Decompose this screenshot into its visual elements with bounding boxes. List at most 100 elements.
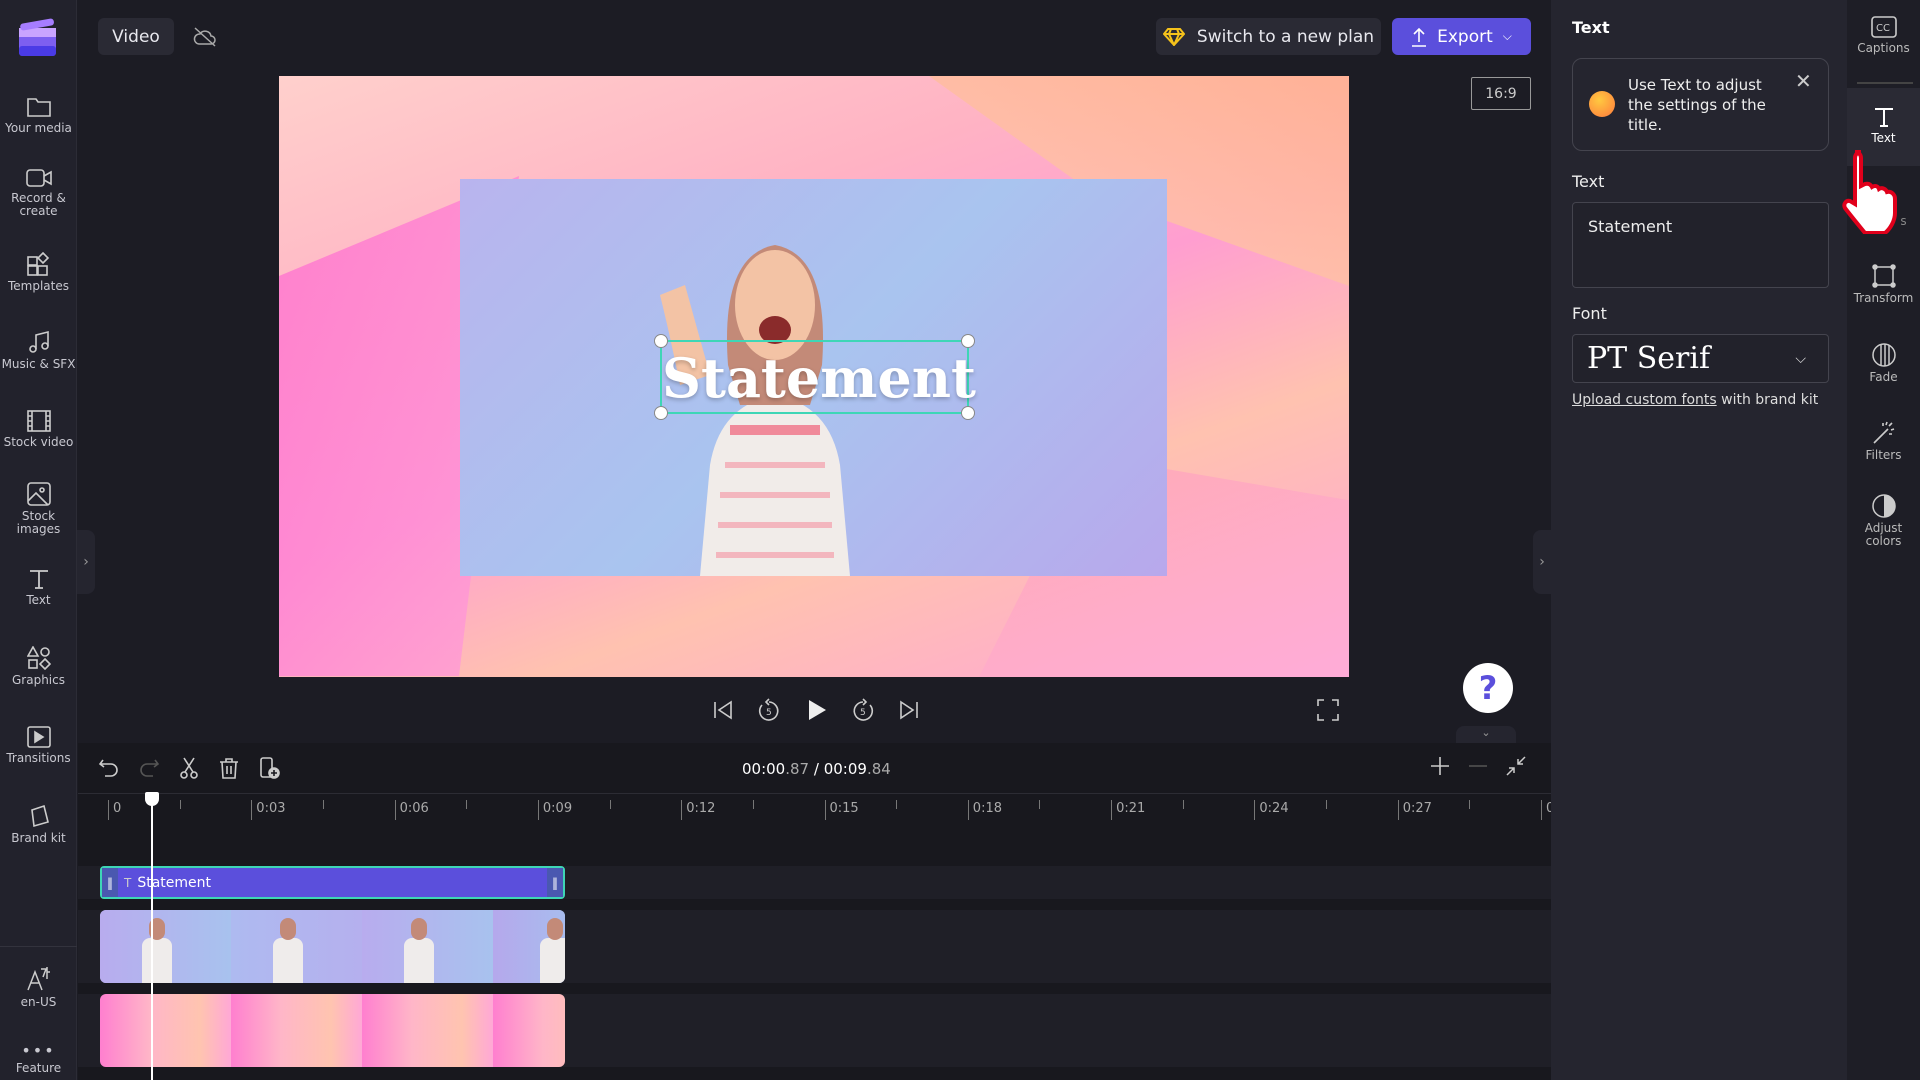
- sidebar-item-label: Feature: [15, 1061, 62, 1075]
- video-clip[interactable]: [100, 910, 565, 983]
- ruler-tick: [251, 800, 253, 820]
- transitions-icon: [26, 726, 51, 748]
- title-text[interactable]: Statement: [662, 346, 976, 410]
- skip-forward-icon[interactable]: [896, 697, 922, 723]
- text-clip[interactable]: ‖ T Statement ‖: [100, 866, 565, 899]
- sidebar-item-label: Transitions: [6, 751, 71, 765]
- sidebar-item-label: Templates: [7, 279, 69, 293]
- sidebar-item-record-create[interactable]: Record & create: [0, 168, 77, 218]
- sidebar-item-your-media[interactable]: Your media: [0, 96, 77, 135]
- expand-left-panel-button[interactable]: ›: [77, 530, 95, 594]
- ruler-minor-tick: [1039, 800, 1041, 809]
- text-icon: [29, 570, 48, 589]
- fullscreen-icon[interactable]: [1317, 699, 1339, 721]
- redo-icon[interactable]: [138, 757, 160, 779]
- hand-cursor-icon: [1842, 150, 1897, 234]
- resize-handle[interactable]: [961, 334, 975, 348]
- upgrade-label: Switch to a new plan: [1196, 26, 1375, 47]
- upload-custom-fonts-link[interactable]: Upload custom fonts: [1572, 392, 1717, 408]
- rail-item-captions[interactable]: CC Captions: [1847, 16, 1920, 55]
- tip-card: Use Text to adjust the settings of the t…: [1572, 58, 1829, 151]
- export-label: Export: [1437, 26, 1493, 47]
- upgrade-plan-button[interactable]: Switch to a new plan: [1156, 18, 1381, 55]
- project-title-button[interactable]: Video: [98, 18, 174, 55]
- help-icon: ?: [1478, 669, 1498, 707]
- ruler-minor-tick: [179, 800, 181, 809]
- zoom-in-icon[interactable]: [1430, 756, 1450, 776]
- ruler-minor-tick: [752, 800, 754, 809]
- text-input[interactable]: Statement: [1572, 202, 1829, 288]
- ruler-label: 0:18: [972, 801, 1002, 816]
- background-clip[interactable]: [100, 994, 565, 1067]
- sidebar-item-brand-kit[interactable]: Brand kit: [0, 804, 77, 845]
- chevron-down-icon: ⌵: [1502, 29, 1512, 43]
- sidebar-item-label: Stock images: [16, 509, 61, 536]
- ruler-tick: [394, 800, 396, 820]
- sidebar-item-stock-images[interactable]: Stock images: [0, 482, 77, 536]
- rail-item-label: Text: [1871, 131, 1896, 145]
- ruler-label: 0:12: [686, 801, 716, 816]
- delete-icon[interactable]: [218, 757, 240, 779]
- divider: [1857, 82, 1913, 84]
- resize-handle[interactable]: [961, 406, 975, 420]
- sidebar-item-stock-video[interactable]: Stock video: [0, 410, 77, 449]
- aspect-ratio-button[interactable]: 16:9: [1471, 77, 1531, 110]
- playhead-handle[interactable]: [144, 792, 159, 806]
- properties-panel: Text Use Text to adjust the settings of …: [1551, 0, 1847, 1080]
- templates-icon: [26, 252, 49, 276]
- sidebar-item-graphics[interactable]: Graphics: [0, 646, 77, 687]
- font-dropdown[interactable]: PT Serif ⌵: [1572, 334, 1829, 383]
- text-clip-label: Statement: [137, 874, 212, 891]
- sidebar-item-music-sfx[interactable]: Music & SFX: [0, 330, 77, 371]
- total-time: 00:09: [823, 760, 867, 778]
- sidebar-item-text[interactable]: Text: [0, 568, 77, 607]
- split-icon[interactable]: [178, 757, 200, 779]
- collapse-timeline-button[interactable]: ⌄: [1456, 726, 1516, 743]
- undo-icon[interactable]: [98, 757, 120, 779]
- text-icon: [1874, 108, 1893, 127]
- sidebar-item-templates[interactable]: Templates: [0, 252, 77, 293]
- help-button[interactable]: ?: [1463, 663, 1513, 713]
- ruler-minor-tick: [896, 800, 898, 809]
- export-button[interactable]: Export ⌵: [1392, 18, 1531, 55]
- forward-5-icon[interactable]: 5: [850, 697, 876, 723]
- ruler-minor-tick: [322, 800, 324, 809]
- ruler-label: 0:09: [542, 801, 573, 816]
- rewind-5-icon[interactable]: 5: [756, 697, 782, 723]
- ruler-tick: [1254, 800, 1256, 820]
- adjust-colors-icon: [1871, 494, 1896, 518]
- sidebar-item-label: Your media: [5, 121, 72, 135]
- trim-handle-right[interactable]: ‖: [547, 868, 563, 897]
- rail-item-label: Filters: [1865, 448, 1902, 462]
- shapes-icon: [26, 646, 51, 670]
- playhead[interactable]: [144, 792, 159, 1080]
- rail-item-fade[interactable]: Fade: [1847, 343, 1920, 384]
- rail-item-adjust-colors[interactable]: Adjust colors: [1847, 494, 1920, 548]
- add-to-timeline-icon[interactable]: [258, 757, 280, 779]
- trim-handle-left[interactable]: ‖: [102, 868, 118, 897]
- expand-right-panel-button[interactable]: ›: [1533, 530, 1551, 594]
- ruler-label: 0: [113, 801, 122, 816]
- ruler-tick: [1541, 800, 1542, 820]
- camera-icon: [25, 169, 52, 187]
- sidebar-item-language[interactable]: en-US: [0, 966, 77, 1009]
- time-separator: /: [813, 760, 819, 778]
- ruler-minor-tick: [1469, 800, 1471, 809]
- sidebar-item-transitions[interactable]: Transitions: [0, 726, 77, 765]
- sidebar-item-feature[interactable]: ••• Feature: [0, 1043, 77, 1075]
- fit-timeline-icon[interactable]: [1506, 756, 1526, 776]
- play-icon[interactable]: [802, 696, 830, 724]
- rail-item-filters[interactable]: Filters: [1847, 421, 1920, 462]
- title-text-selection[interactable]: Statement: [654, 334, 976, 420]
- rail-item-transform[interactable]: Transform: [1847, 264, 1920, 305]
- skip-back-icon[interactable]: [710, 697, 736, 723]
- cloud-off-icon[interactable]: [190, 22, 220, 52]
- app-logo[interactable]: [18, 18, 58, 58]
- ruler-label: 0:21: [1116, 801, 1146, 816]
- emoji-icon: [1589, 91, 1615, 117]
- resize-handle[interactable]: [654, 406, 668, 420]
- resize-handle[interactable]: [654, 334, 668, 348]
- zoom-controls: [1430, 756, 1526, 776]
- close-icon[interactable]: ✕: [1795, 69, 1812, 93]
- zoom-out-icon[interactable]: [1468, 756, 1488, 776]
